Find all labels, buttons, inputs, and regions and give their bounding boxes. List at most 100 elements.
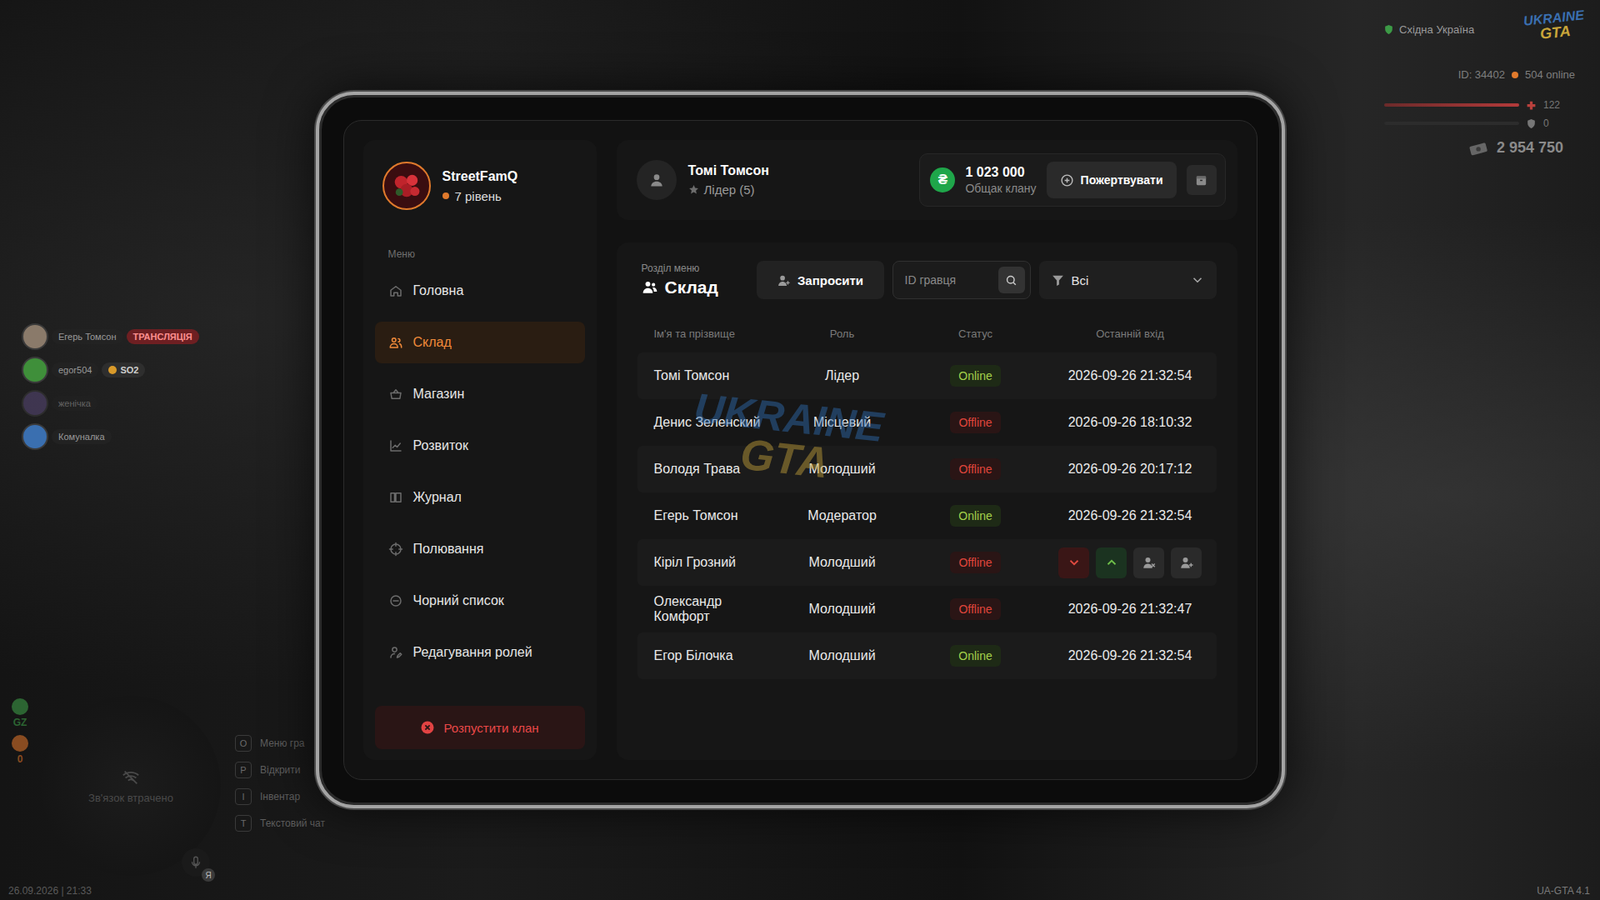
add-user-icon bbox=[776, 273, 791, 288]
status-badge: Online bbox=[950, 365, 1000, 387]
search-button[interactable] bbox=[998, 266, 1025, 294]
assign-button[interactable] bbox=[1170, 547, 1202, 579]
member-status-cell: Online bbox=[900, 365, 1051, 387]
member-role: Місцевий bbox=[784, 415, 901, 430]
status-badge: Offline bbox=[950, 598, 1000, 620]
chevron-down-icon bbox=[1190, 272, 1205, 288]
member-name: Кіріл Грозний bbox=[654, 555, 785, 570]
status-badge: Offline bbox=[950, 411, 1000, 434]
sidebar-item[interactable]: Головна bbox=[375, 270, 585, 312]
filter-dropdown[interactable]: Всі bbox=[1039, 260, 1217, 300]
storage-button[interactable] bbox=[1186, 165, 1217, 195]
menu-item-icon bbox=[388, 593, 404, 609]
search-field[interactable] bbox=[892, 260, 1031, 300]
member-name: Егор Білочка bbox=[654, 648, 785, 664]
remove-user-icon bbox=[1141, 555, 1157, 570]
member-name: Егерь Томсон bbox=[654, 508, 785, 524]
member-role: Модератор bbox=[784, 508, 901, 524]
menu-item-icon bbox=[388, 645, 404, 660]
voice-avatar bbox=[21, 323, 49, 350]
menu-item-icon bbox=[388, 386, 404, 402]
main: Томі Томсон Лідер (5) ₴ 1 023 000 Общак … bbox=[616, 140, 1238, 760]
demote-button[interactable] bbox=[1058, 547, 1090, 579]
table-row[interactable]: Олександр Комфорт Молодший Offline 2026-… bbox=[637, 585, 1217, 633]
member-status-cell: Offline bbox=[900, 551, 1051, 574]
member-name: Томі Томсон bbox=[654, 368, 785, 384]
sidebar-item[interactable]: Журнал bbox=[375, 476, 585, 519]
member-last-login: 2026-09-26 21:32:54 bbox=[1050, 368, 1210, 384]
section-title: Розділ меню Склад bbox=[641, 262, 744, 298]
tablet-screen: StreetFamQ 7 рівень Меню Головна Склад М… bbox=[343, 120, 1258, 780]
sidebar-item[interactable]: Склад bbox=[375, 321, 585, 364]
star-icon bbox=[688, 184, 700, 195]
member-name: Олександр Комфорт bbox=[654, 594, 785, 625]
health-bar bbox=[1384, 103, 1520, 107]
table-row[interactable]: Денис Зеленский Місцевий Offline 2026-09… bbox=[637, 399, 1217, 446]
microphone: Я bbox=[181, 848, 210, 877]
user-name: Томі Томсон bbox=[688, 163, 770, 179]
key-hint: O Меню гра bbox=[235, 735, 325, 752]
search-input[interactable] bbox=[903, 272, 994, 288]
treasury: ₴ 1 023 000 Общак клану Пожертвувати bbox=[919, 153, 1225, 207]
region-label: Східна Україна bbox=[1383, 23, 1475, 36]
key-hints: O Меню граP ВідкритиI ІнвентарT Текстови… bbox=[235, 735, 325, 832]
kick-button[interactable] bbox=[1133, 547, 1165, 579]
voice-item: женічка bbox=[21, 390, 200, 417]
member-role: Молодший bbox=[784, 461, 901, 477]
table-row[interactable]: Егор Білочка Молодший Online 2026-09-26 … bbox=[637, 632, 1217, 680]
sidebar-item[interactable]: Розвиток bbox=[375, 425, 585, 467]
clan-name: StreetFamQ bbox=[442, 169, 519, 185]
table-row[interactable]: Володя Трава Молодший Offline 2026-09-26… bbox=[637, 445, 1217, 493]
donate-button[interactable]: Пожертвувати bbox=[1046, 161, 1177, 199]
no-signal-icon bbox=[121, 768, 140, 787]
health-cross-icon bbox=[1525, 100, 1537, 111]
voice-avatar bbox=[21, 390, 49, 417]
sidebar: StreetFamQ 7 рівень Меню Головна Склад М… bbox=[363, 140, 597, 760]
shield-icon bbox=[1383, 24, 1395, 35]
table-row[interactable]: Егерь Томсон Модератор Online 2026-09-26… bbox=[637, 492, 1217, 540]
status-badge: Offline bbox=[950, 551, 1000, 574]
row-actions bbox=[1050, 547, 1210, 579]
add-user-icon bbox=[1179, 555, 1195, 570]
voice-avatar bbox=[21, 356, 49, 384]
funnel-icon bbox=[1050, 273, 1065, 288]
member-status-cell: Online bbox=[900, 505, 1051, 527]
voice-list: Егерь Томсон ТРАНСЛЯЦІЯ egor504 SO2 жені… bbox=[21, 323, 200, 450]
member-last-login: 2026-09-26 21:32:47 bbox=[1050, 601, 1210, 617]
mic-badge: Я bbox=[201, 868, 215, 882]
clan-header: StreetFamQ 7 рівень bbox=[375, 161, 585, 210]
invite-button[interactable]: Запросити bbox=[756, 260, 885, 300]
indicators: GZ 0 bbox=[11, 698, 29, 765]
sidebar-item[interactable]: Полювання bbox=[375, 528, 585, 570]
voice-avatar bbox=[21, 423, 49, 450]
column-header: Статус bbox=[900, 327, 1051, 340]
member-status-cell: Online bbox=[900, 645, 1051, 667]
people-icon bbox=[641, 279, 659, 296]
promote-button[interactable] bbox=[1095, 547, 1127, 579]
table-row[interactable]: Томі Томсон Лідер Online 2026-09-26 21:3… bbox=[637, 352, 1217, 400]
money: 2 954 750 bbox=[1468, 139, 1564, 157]
sidebar-item[interactable]: Редагування ролей bbox=[375, 631, 585, 674]
key-hint: P Відкрити bbox=[235, 761, 325, 779]
menu-item-icon bbox=[388, 283, 404, 299]
sidebar-item[interactable]: Чорний список bbox=[375, 580, 585, 622]
close-circle-icon bbox=[420, 720, 435, 735]
treasury-label: Общак клану bbox=[965, 181, 1036, 195]
armor-row: 0 bbox=[1384, 117, 1564, 130]
datetime: 26.09.2026 | 21:33 bbox=[8, 885, 92, 897]
indicator-icon bbox=[11, 698, 29, 715]
member-last-login: 2026-09-26 18:10:32 bbox=[1050, 415, 1210, 430]
table-row[interactable]: Кіріл Грозний Молодший Offline bbox=[637, 539, 1217, 586]
member-last-login: 2026-09-26 20:17:12 bbox=[1050, 461, 1210, 477]
tablet: StreetFamQ 7 рівень Меню Головна Склад М… bbox=[315, 91, 1285, 809]
disband-button[interactable]: Розпустити клан bbox=[375, 705, 585, 750]
currency-icon: ₴ bbox=[930, 167, 955, 193]
indicator: 0 bbox=[11, 735, 29, 765]
status-badge: Online bbox=[950, 645, 1000, 667]
armor-bar bbox=[1384, 121, 1520, 125]
player-id: ID: 34402 bbox=[1458, 68, 1505, 81]
indicator-icon bbox=[11, 735, 29, 752]
microphone-icon bbox=[188, 855, 204, 870]
member-status-cell: Offline bbox=[900, 458, 1051, 480]
sidebar-item[interactable]: Магазин bbox=[375, 373, 585, 415]
